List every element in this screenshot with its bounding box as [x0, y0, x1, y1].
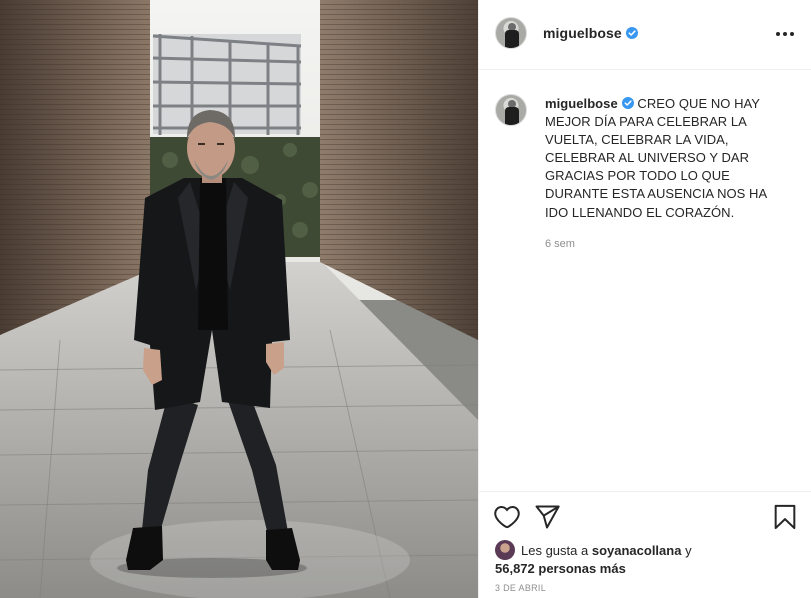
- likes-others-count[interactable]: 56,872 personas más: [495, 561, 626, 576]
- liker-username[interactable]: soyanacollana: [592, 543, 682, 558]
- bookmark-icon: [774, 504, 796, 530]
- caption-username[interactable]: miguelbose: [545, 96, 618, 111]
- author-username[interactable]: miguelbose: [543, 25, 638, 41]
- likes-joiner: y: [685, 543, 692, 558]
- save-button[interactable]: [771, 503, 799, 531]
- post-header: miguelbose: [479, 0, 811, 70]
- post-photo[interactable]: [0, 0, 478, 598]
- paper-plane-icon: [535, 505, 560, 529]
- author-avatar[interactable]: [495, 17, 527, 49]
- post-actions: Les gusta a soyanacollana y 56,872 perso…: [479, 491, 811, 598]
- likes-prefix: Les gusta a: [521, 543, 589, 558]
- more-options-icon: [776, 32, 780, 36]
- caption-time-ago[interactable]: 6 sem: [545, 238, 795, 250]
- like-button[interactable]: [493, 503, 521, 531]
- post-date[interactable]: 3 DE ABRIL: [495, 583, 546, 593]
- verified-badge-icon: [621, 97, 634, 109]
- caption-body: CREO QUE NO HAY MEJOR DÍA PARA CELEBRAR …: [545, 96, 767, 220]
- liker-avatar[interactable]: [495, 540, 515, 560]
- caption-author-avatar[interactable]: [495, 94, 527, 126]
- post-sidebar: miguelbose miguelbose CREO QUE NO HAY ME…: [478, 0, 811, 598]
- likes-summary: Les gusta a soyanacollana y 56,872 perso…: [495, 540, 795, 578]
- caption-block: miguelbose CREO QUE NO HAY MEJOR DÍA PAR…: [479, 70, 811, 250]
- heart-icon: [494, 505, 520, 529]
- author-username-text[interactable]: miguelbose: [543, 25, 622, 41]
- verified-badge-icon: [625, 27, 638, 39]
- share-button[interactable]: [533, 503, 561, 531]
- more-options-button[interactable]: [773, 24, 797, 44]
- caption-text: miguelbose CREO QUE NO HAY MEJOR DÍA PAR…: [545, 95, 785, 222]
- photo-illustration: [0, 0, 478, 598]
